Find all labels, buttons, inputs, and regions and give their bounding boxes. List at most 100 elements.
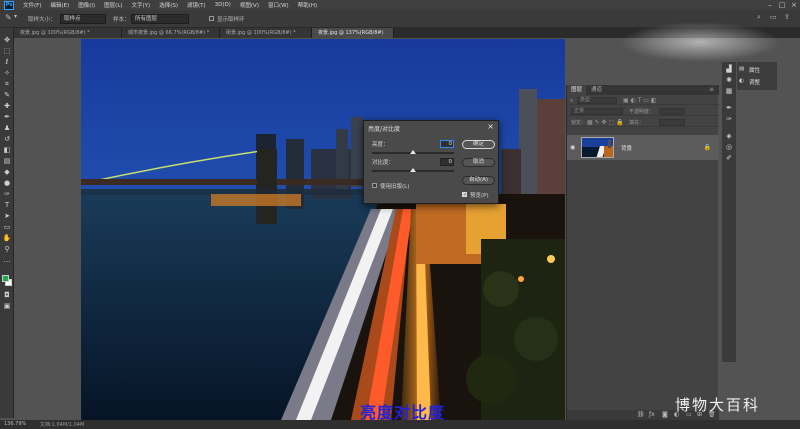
menu-3d[interactable]: 3D(D) [215, 2, 231, 8]
sample-select[interactable]: 所有图层 [131, 14, 189, 24]
dialog-close-icon[interactable]: × [487, 122, 494, 131]
color-icon[interactable]: ✺ [724, 76, 734, 85]
swatches-icon[interactable]: ▦ [724, 87, 734, 96]
zoom-icon[interactable]: ⚲ [2, 245, 12, 254]
tab-layers[interactable]: 图层 [567, 85, 587, 95]
share-icon[interactable]: ⇪ [784, 13, 790, 21]
legacy-checkbox[interactable] [372, 183, 377, 188]
dialog-title: 亮度/对比度 [368, 126, 401, 133]
menu-image[interactable]: 图像(I) [78, 1, 95, 9]
brush-settings-icon[interactable]: ✒ [724, 104, 734, 113]
adjustments-label[interactable]: 调整 [749, 78, 760, 86]
move-icon[interactable]: ✥ [2, 36, 12, 45]
menu-view[interactable]: 视图(V) [240, 1, 259, 9]
lasso-icon[interactable]: ℓ [2, 58, 12, 67]
menu-window[interactable]: 窗口(W) [268, 1, 289, 9]
tab-doc-active[interactable]: 夜景.jpg @ 137%(RGB/8#) [312, 28, 394, 38]
layer-kind-select[interactable]: 类型 [577, 97, 617, 104]
tab-doc-2[interactable]: 城市夜景.jpg @ 66.7%(RGB/8#) * [122, 28, 220, 38]
show-ring-checkbox[interactable] [209, 16, 214, 21]
lock-options-icon[interactable]: ▦ ✎ ✥ ⬚ 🔒 [587, 119, 624, 126]
tool-preset-chevron-icon[interactable]: ▾ [14, 13, 17, 20]
workspace-icon[interactable]: ▭ [770, 13, 777, 21]
menu-edit[interactable]: 编辑(E) [50, 1, 69, 9]
healing-icon[interactable]: ✚ [2, 102, 12, 111]
brushes-icon[interactable]: ✑ [724, 115, 734, 124]
opacity-input[interactable] [659, 108, 685, 115]
maximize-icon[interactable]: □ [778, 1, 786, 9]
blend-row: 正常 不透明度： [567, 106, 719, 116]
close-window-icon[interactable]: × [790, 1, 798, 9]
auto-button[interactable]: 自动(A) [462, 176, 495, 185]
layer-name: 背景 [621, 146, 633, 152]
blend-mode-select[interactable]: 正常 [571, 108, 623, 115]
blur-icon[interactable]: ◆ [2, 168, 12, 177]
more-icon[interactable]: … [2, 256, 12, 265]
search-icon[interactable]: ⌕ [757, 13, 761, 22]
lock-row: 锁定： ▦ ✎ ✥ ⬚ 🔒 填充： [567, 117, 719, 127]
layer-item-background[interactable]: ◉ 背景 🔒 [567, 135, 719, 160]
quick-mask-icon[interactable]: ◘ [2, 291, 12, 300]
link-layers-icon[interactable]: ⛓ [637, 411, 645, 418]
tab-doc-1[interactable]: 夜景.jpg @ 100%(RGB/8#) * [14, 28, 122, 38]
eraser-icon[interactable]: ◧ [2, 146, 12, 155]
stamp-icon[interactable]: ♟ [2, 124, 12, 133]
layer-style-icon[interactable]: ƒx [649, 411, 655, 418]
dodge-icon[interactable]: ● [2, 179, 12, 188]
contrast-slider-thumb[interactable] [410, 168, 416, 172]
video-caption: 亮度对比度 [360, 403, 446, 422]
filter-search-icon[interactable]: ⌕ [570, 97, 573, 105]
cancel-button[interactable]: 取消 [462, 158, 495, 167]
tab-channels[interactable]: 通道 [587, 85, 606, 95]
gradient-icon[interactable]: ▤ [2, 157, 12, 166]
quick-select-icon[interactable]: ✧ [2, 69, 12, 78]
marquee-icon[interactable]: ⬚ [2, 47, 12, 56]
fill-input[interactable] [659, 119, 685, 126]
visibility-eye-icon[interactable]: ◉ [570, 144, 575, 151]
type-icon[interactable]: T [2, 201, 12, 210]
tab-doc-3[interactable]: 街景.jpg @ 100%(RGB/8#) * [220, 28, 312, 38]
menu-filter[interactable]: 滤镜(T) [187, 1, 206, 9]
canvas-image[interactable] [81, 39, 565, 420]
menu-help[interactable]: 帮助(H) [298, 1, 317, 9]
menu-layer[interactable]: 图层(L) [104, 1, 122, 9]
panel-menu-icon[interactable]: ≡ [709, 86, 714, 93]
layers-icon[interactable]: ◈ [724, 132, 734, 141]
brush-icon[interactable]: ✒ [2, 113, 12, 122]
screen-mode-icon[interactable]: ▣ [2, 302, 12, 311]
paths-icon[interactable]: ✐ [724, 154, 734, 163]
path-select-icon[interactable]: ➤ [2, 212, 12, 221]
eyedropper-tool-icon[interactable]: ✎ [5, 13, 12, 22]
properties-label[interactable]: 属性 [749, 66, 760, 74]
foreground-color-swatch[interactable] [2, 275, 9, 282]
adjustments-icon[interactable]: ◐ [739, 78, 744, 84]
add-mask-icon[interactable]: ◙ [662, 411, 668, 418]
filter-pixel-icon[interactable]: ▣ ◐ T ▭ ◧ [623, 97, 657, 104]
screen-glare [620, 22, 780, 62]
legacy-label: 使用旧版(L) [380, 184, 410, 190]
shape-icon[interactable]: ▭ [2, 223, 12, 232]
toolbar: ✥ ⬚ ℓ ✧ ⌗ ✎ ✚ ✒ ♟ ↺ ◧ ▤ ◆ ● ✑ T ➤ ▭ ✋ ⚲ … [0, 28, 14, 418]
hand-icon[interactable]: ✋ [2, 234, 12, 243]
watermark: 博物大百科 [675, 396, 761, 414]
brightness-slider-thumb[interactable] [410, 150, 416, 154]
ok-button[interactable]: 确定 [462, 140, 495, 149]
photoshop-logo: Ps [4, 0, 14, 10]
history-brush-icon[interactable]: ↺ [2, 135, 12, 144]
menu-file[interactable]: 文件(F) [23, 1, 41, 9]
menu-select[interactable]: 选择(S) [159, 1, 178, 9]
preview-checkbox[interactable]: ✓ [462, 192, 467, 198]
pen-icon[interactable]: ✑ [2, 190, 12, 199]
minimize-icon[interactable]: – [766, 1, 774, 9]
sample-size-select[interactable]: 取样点 [60, 14, 106, 24]
zoom-level[interactable]: 136.79% [4, 421, 26, 427]
contrast-input[interactable]: 0 [440, 158, 454, 166]
eyedropper-icon[interactable]: ✎ [2, 91, 12, 100]
menu-type[interactable]: 文字(Y) [132, 1, 151, 9]
channels-icon[interactable]: ◎ [724, 143, 734, 152]
histogram-icon[interactable]: ▟ [724, 65, 734, 74]
crop-icon[interactable]: ⌗ [2, 80, 12, 89]
brightness-input[interactable]: 0 [440, 140, 454, 148]
properties-icon[interactable]: ▤ [739, 66, 744, 72]
panel-icon-strip: ▟ ✺ ▦ ✒ ✑ ◈ ◎ ✐ [722, 62, 736, 362]
